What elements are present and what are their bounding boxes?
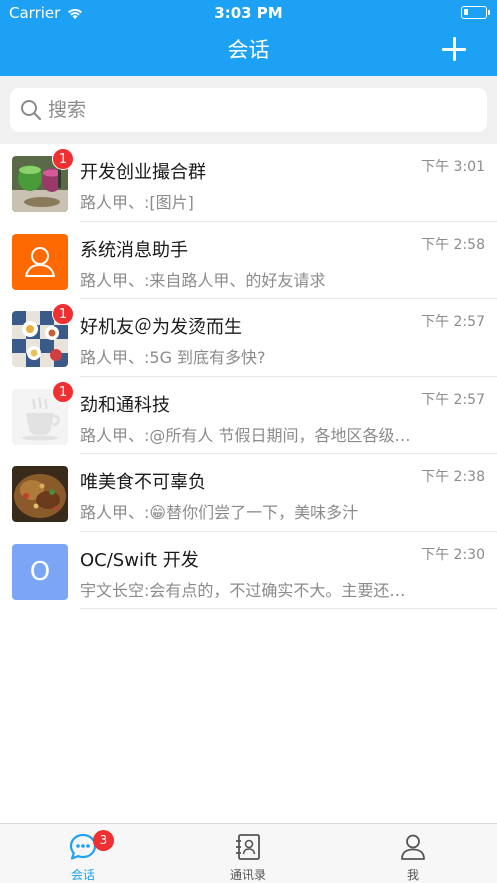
conversation-title: 好机友＠为发烫而生: [80, 317, 242, 338]
unread-badge: 1: [52, 303, 74, 325]
tab-badge: 3: [93, 830, 114, 851]
conversation-title: 劲和通科技: [80, 394, 170, 416]
conversation-title: OC/Swift 开发: [80, 549, 199, 571]
conversation-row[interactable]: 唯美食不可辜负 路人甲、:😁替你们尝了一下，美味多汁 下午 2:38: [0, 454, 497, 532]
unread-badge: 1: [52, 380, 74, 403]
conversation-time: 下午 2:57: [421, 391, 485, 408]
conversation-preview: 路人甲、:@所有人 节假日期间，各地区各级…: [80, 425, 411, 445]
group-photo-avatar: [12, 466, 68, 522]
page-title: 会话: [227, 38, 270, 62]
conversation-time: 下午 2:30: [421, 546, 485, 563]
search-input[interactable]: [48, 99, 468, 121]
conversation-row[interactable]: 系统消息助手 路人甲、:来自路人甲、的好友请求 下午 2:58: [0, 222, 497, 299]
avatar-letter: O: [29, 556, 51, 587]
unread-badge: 1: [52, 148, 74, 170]
conversation-row[interactable]: 1 好机友＠为发烫而生 路人甲、:5G 到底有多快? 下午 2:57: [0, 299, 497, 377]
tab-me[interactable]: 我: [353, 824, 473, 883]
row-divider: [80, 608, 497, 609]
avatar: [12, 233, 68, 290]
conversation-row[interactable]: 1 劲和通科技 路人甲、:@所有人 节假日期间，各地区各级… 下午 2:57: [0, 377, 497, 454]
conversation-title: 唯美食不可辜负: [80, 472, 206, 493]
person-icon: [401, 834, 425, 860]
person-icon: [25, 246, 55, 277]
contacts-book-icon: [236, 834, 260, 860]
tab-bar: 3 会话 通讯录 我: [0, 823, 497, 883]
conversation-time: 下午 3:01: [421, 159, 485, 175]
add-button[interactable]: [441, 36, 467, 62]
conversation-preview: 路人甲、:来自路人甲、的好友请求: [80, 270, 326, 290]
search-bar: [0, 76, 497, 144]
battery-icon: [461, 6, 490, 19]
avatar: O: [12, 543, 68, 600]
search-box[interactable]: [10, 88, 487, 132]
conversation-row[interactable]: O OC/Swift 开发 宇文长空:会有点的，不过确实不大。主要还是… 下午 …: [0, 532, 497, 609]
conversation-time: 下午 2:57: [421, 314, 485, 330]
conversation-preview: 路人甲、:[图片]: [80, 193, 194, 212]
tab-label: 通讯录: [229, 868, 266, 882]
conversation-preview: 宇文长空:会有点的，不过确实不大。主要还是…: [80, 580, 420, 600]
tab-contacts[interactable]: 通讯录: [188, 824, 308, 883]
conversation-title: 系统消息助手: [80, 239, 188, 261]
tab-label: 会话: [70, 868, 95, 882]
conversation-preview: 路人甲、:5G 到底有多快?: [80, 348, 266, 367]
conversation-time: 下午 2:38: [421, 469, 485, 485]
conversation-preview: 路人甲、:😁替你们尝了一下，美味多汁: [80, 503, 359, 522]
nav-header: Carrier 3:03 PM 会话: [0, 0, 497, 76]
conversation-list: 1 开发创业撮合群 路人甲、:[图片] 下午 3:01 系统消息助手 路人甲、:…: [0, 144, 497, 609]
conversation-row[interactable]: 1 开发创业撮合群 路人甲、:[图片] 下午 3:01: [0, 144, 497, 222]
avatar: [12, 466, 68, 522]
tab-label: 我: [406, 868, 419, 882]
search-icon: [21, 100, 42, 121]
status-bar: Carrier 3:03 PM: [0, 0, 497, 26]
tab-conversations[interactable]: 3 会话: [23, 824, 143, 883]
status-time: 3:03 PM: [214, 4, 283, 22]
conversation-title: 开发创业撮合群: [80, 162, 206, 183]
conversation-time: 下午 2:58: [421, 236, 485, 253]
